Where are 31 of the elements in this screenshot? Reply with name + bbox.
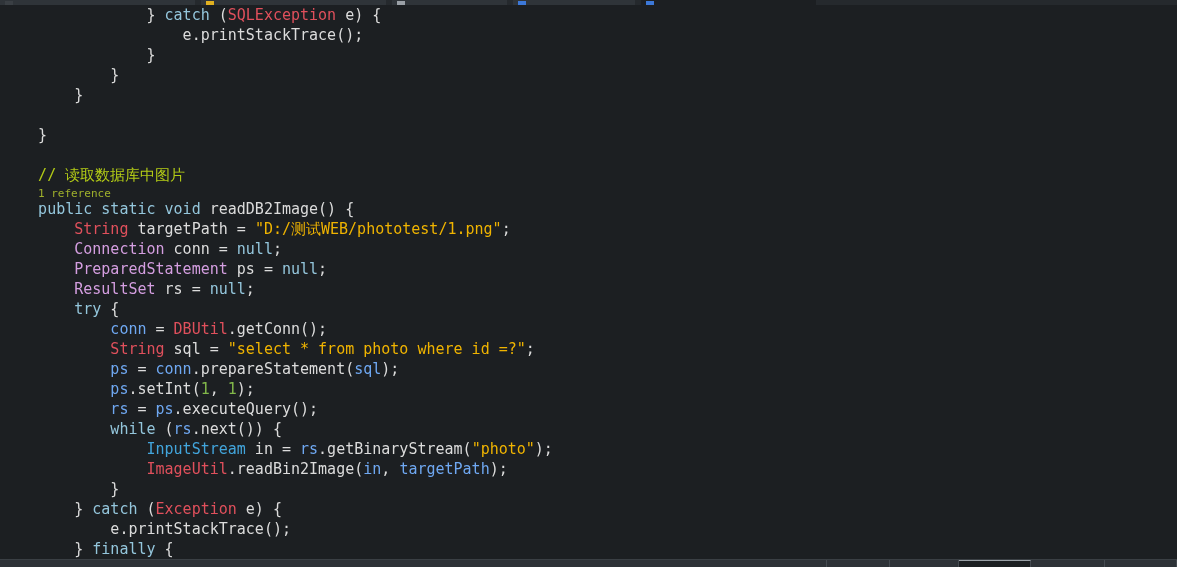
code-line: e.printStackTrace(); bbox=[109, 520, 291, 538]
code-line: PreparedStatement ps = null; bbox=[73, 260, 328, 278]
code-line: ImageUtil.readBin2Image(in, targetPath); bbox=[145, 460, 508, 478]
editor-tab[interactable] bbox=[641, 0, 816, 5]
code-line: } catch (Exception e) { bbox=[73, 500, 282, 518]
editor-tab[interactable] bbox=[392, 0, 507, 5]
code-line: } bbox=[145, 46, 156, 64]
code-line: while (rs.next()) { bbox=[109, 420, 282, 438]
code-line: } bbox=[109, 66, 120, 84]
editor-tab[interactable] bbox=[201, 0, 386, 5]
editor-tab[interactable] bbox=[513, 0, 635, 5]
code-line: String sql = "select * from photo where id =?"; bbox=[109, 340, 535, 358]
code-line: InputStream in = rs.getBinaryStream("photo"); bbox=[145, 440, 553, 458]
code-line: Connection conn = null; bbox=[73, 240, 282, 258]
code-line: String targetPath = "D:/测试WEB/phototest/1.png"; bbox=[73, 220, 511, 238]
code-line: // 读取数据库中图片 bbox=[37, 166, 186, 184]
code-line: conn = DBUtil.getConn(); bbox=[109, 320, 328, 338]
code-line: ResultSet rs = null; bbox=[73, 280, 255, 298]
code-line: ps = conn.prepareStatement(sql); bbox=[109, 360, 400, 378]
code-line: } bbox=[37, 126, 48, 144]
code-line: } bbox=[73, 86, 84, 104]
code-line: } catch (SQLException e) { bbox=[145, 6, 382, 24]
code-line: try { bbox=[73, 300, 120, 318]
code-line: ps.setInt(1, 1); bbox=[109, 380, 255, 398]
code-line: e.printStackTrace(); bbox=[181, 26, 364, 44]
panel-tab[interactable] bbox=[959, 560, 1031, 567]
code-line: rs = ps.executeQuery(); bbox=[109, 400, 319, 418]
reference-count-link[interactable]: 1 reference bbox=[38, 187, 111, 200]
code-line: } finally { bbox=[73, 540, 174, 558]
code-line: public static void readDB2Image() { bbox=[37, 200, 355, 218]
code-line: } bbox=[109, 480, 120, 498]
